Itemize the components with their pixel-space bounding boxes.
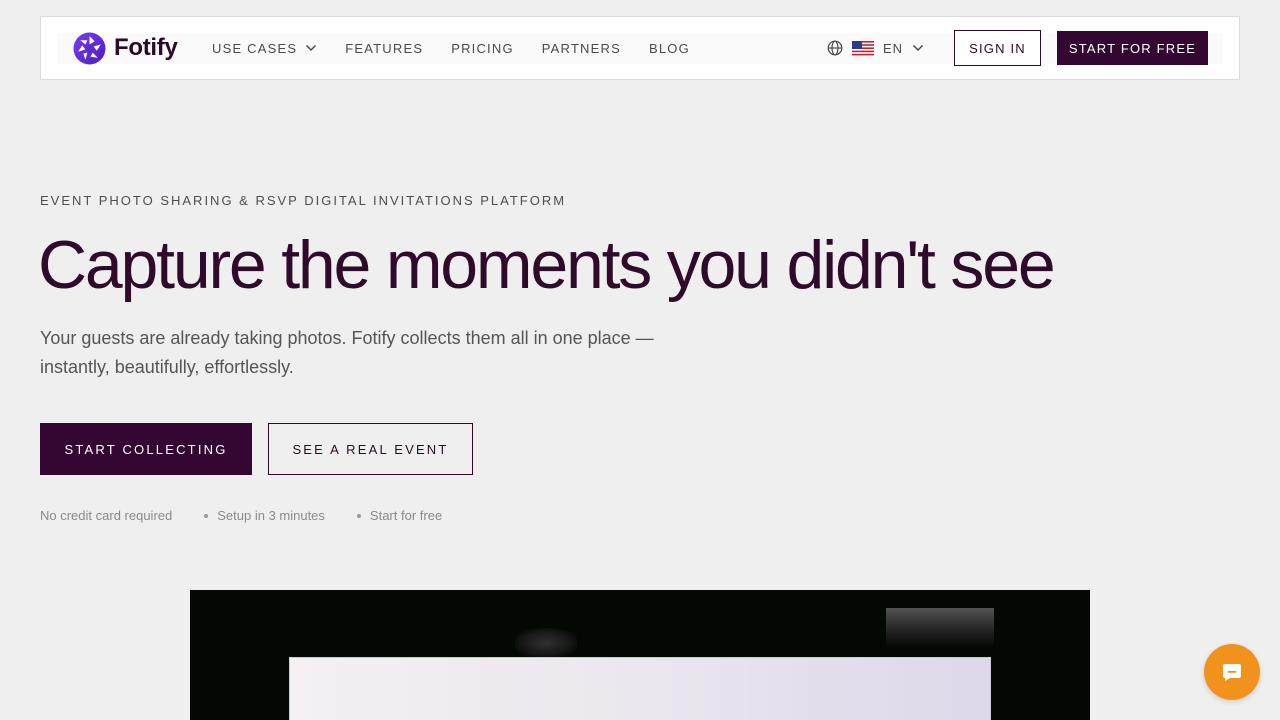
chat-icon xyxy=(1223,664,1241,681)
bullet-dot xyxy=(204,513,209,518)
top-navbar: Fotify USE CASES FEATURES PRICING PARTNE… xyxy=(40,16,1240,80)
see-real-event-button[interactable]: SEE A REAL EVENT xyxy=(268,423,473,475)
chat-launcher-button[interactable] xyxy=(1204,644,1260,700)
language-selector[interactable]: EN xyxy=(827,17,924,79)
bullet-dot xyxy=(356,513,361,518)
perk-item: Setup in 3 minutes xyxy=(204,508,325,523)
perk-label: No credit card required xyxy=(40,508,173,523)
nav-link-features[interactable]: FEATURES xyxy=(345,41,423,56)
nav-link-pricing[interactable]: PRICING xyxy=(451,41,514,56)
sign-in-button[interactable]: SIGN IN xyxy=(954,30,1041,66)
start-for-free-button[interactable]: START FOR FREE xyxy=(1057,31,1208,65)
crowd-photo-fragment xyxy=(515,628,577,658)
hero-event-photo xyxy=(190,590,1090,720)
perk-label: Setup in 3 minutes xyxy=(217,508,325,523)
app-preview-card xyxy=(289,657,991,720)
perk-item: Start for free xyxy=(356,508,443,523)
language-code: EN xyxy=(883,40,904,56)
brand-logo-link[interactable]: Fotify xyxy=(73,31,178,65)
hero-title: Capture the moments you didn't see xyxy=(38,227,1056,303)
nav-link-label: FEATURES xyxy=(345,40,424,56)
aperture-icon xyxy=(73,32,106,64)
nav-link-blog[interactable]: BLOG xyxy=(649,41,690,56)
perk-label: Start for free xyxy=(369,508,443,523)
crowd-photo-fragment xyxy=(886,608,994,648)
nav-link-label: BLOG xyxy=(648,40,690,56)
start-collecting-button[interactable]: START COLLECTING xyxy=(40,423,252,475)
brand-name: Fotify xyxy=(114,34,178,61)
globe-icon xyxy=(827,40,843,56)
hero-perks: No credit card required Setup in 3 minut… xyxy=(40,508,442,523)
primary-nav: USE CASES FEATURES PRICING PARTNERS BLOG xyxy=(212,17,718,79)
hero-eyebrow: EVENT PHOTO SHARING & RSVP DIGITAL INVIT… xyxy=(40,193,567,208)
us-flag-icon xyxy=(852,40,874,56)
nav-link-use-cases[interactable]: USE CASES xyxy=(212,41,317,56)
nav-link-label: USE CASES xyxy=(212,40,298,56)
nav-link-label: PARTNERS xyxy=(541,40,621,56)
nav-link-label: PRICING xyxy=(451,40,514,56)
perk-item: No credit card required xyxy=(40,508,172,523)
chevron-down-icon xyxy=(913,44,924,52)
chevron-down-icon xyxy=(306,44,317,52)
nav-link-partners[interactable]: PARTNERS xyxy=(542,41,621,56)
hero-subtitle: Your guests are already taking photos. F… xyxy=(40,328,654,377)
